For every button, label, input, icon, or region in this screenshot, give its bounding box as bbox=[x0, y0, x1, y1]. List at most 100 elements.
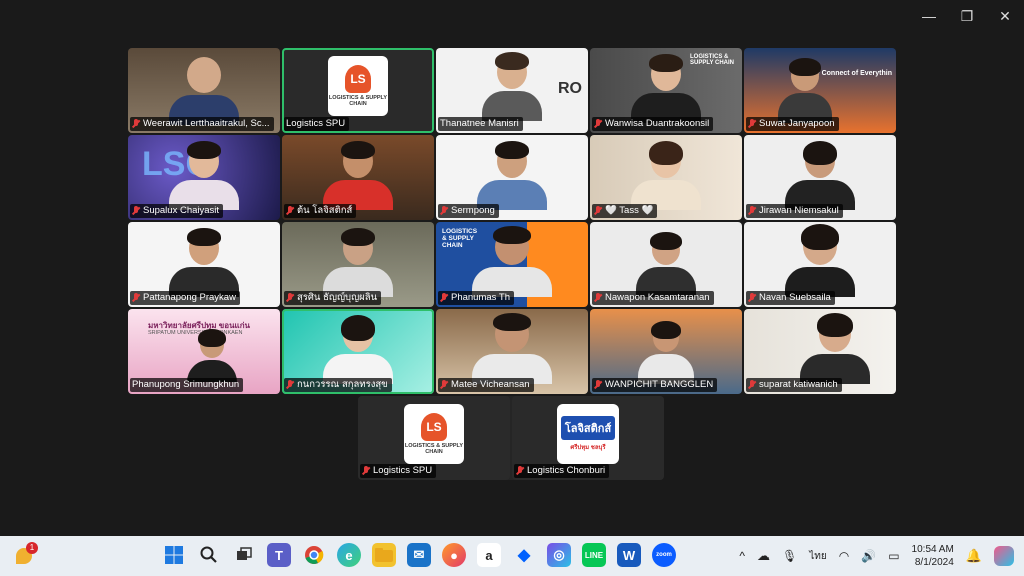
muted-mic-icon bbox=[748, 206, 756, 216]
close-button[interactable]: ✕ bbox=[986, 0, 1024, 32]
participant-name: Nawapon Kasamtaranan bbox=[592, 291, 714, 305]
gallery-extra-row: LS LOGISTICS & SUPPLY CHAIN Logistics SP… bbox=[358, 396, 664, 480]
video-tile[interactable]: LS LOGISTICS & SUPPLY CHAIN Logistics SP… bbox=[282, 48, 434, 133]
line-icon[interactable]: LINE bbox=[582, 543, 606, 567]
video-tile[interactable]: Jirawan Niemsakul bbox=[744, 135, 896, 220]
video-tile[interactable]: มหาวิทยาลัยศรีปทุม ขอนแก่น SRIPATUM UNIV… bbox=[128, 309, 280, 394]
dropbox-icon[interactable]: ◆ bbox=[512, 543, 536, 567]
file-explorer-icon[interactable] bbox=[372, 543, 396, 567]
participant-name: Wanwisa Duantrakoonsil bbox=[592, 117, 714, 131]
muted-mic-icon bbox=[594, 293, 602, 303]
participant-name: Thanatnee Manisri bbox=[438, 117, 523, 131]
muted-mic-icon bbox=[594, 380, 602, 390]
video-tile[interactable]: LS LOGISTICS & SUPPLY CHAIN Logistics SP… bbox=[358, 396, 510, 480]
video-tile[interactable]: กนกวรรณ สกุลทรงสุข bbox=[282, 309, 434, 394]
video-tile[interactable]: Nawapon Kasamtaranan bbox=[590, 222, 742, 307]
video-tile[interactable]: Sermpong bbox=[436, 135, 588, 220]
video-tile[interactable]: WANPICHIT BANGGLEN bbox=[590, 309, 742, 394]
word-icon[interactable]: W bbox=[617, 543, 641, 567]
muted-mic-icon bbox=[516, 466, 524, 476]
muted-mic-icon bbox=[594, 119, 602, 129]
participant-name: Logistics Chonburi bbox=[514, 464, 610, 478]
video-tile[interactable]: ต้น โลจิสติกส์ bbox=[282, 135, 434, 220]
wifi-icon[interactable]: ◠ bbox=[839, 549, 849, 563]
microphone-icon[interactable]: 🎙 bbox=[782, 549, 797, 563]
participant-name: WANPICHIT BANGGLEN bbox=[592, 378, 718, 392]
mail-icon[interactable]: ✉ bbox=[407, 543, 431, 567]
participant-name: Supalux Chaiyasit bbox=[130, 204, 224, 218]
cloud-icon[interactable]: ☁ bbox=[757, 548, 770, 564]
windows-start-icon[interactable] bbox=[162, 543, 186, 567]
video-tile[interactable]: RO Thanatnee Manisri bbox=[436, 48, 588, 133]
participant-name: suparat katiwanich bbox=[746, 378, 842, 392]
banner-text: RO bbox=[558, 80, 582, 97]
participant-name: ต้น โลจิสติกส์ bbox=[284, 204, 357, 218]
video-tile[interactable]: 🤍 Tass 🤍 bbox=[590, 135, 742, 220]
volume-icon[interactable]: 🔊 bbox=[861, 549, 876, 563]
chevron-up-icon[interactable]: ^ bbox=[739, 549, 745, 563]
notification-badge: 1 bbox=[26, 542, 38, 554]
muted-mic-icon bbox=[748, 380, 756, 390]
participant-name: Navan Suebsaila bbox=[746, 291, 835, 305]
video-tile[interactable]: LOGISTICS & SUPPLY CHAIN Wanwisa Duantra… bbox=[590, 48, 742, 133]
muted-mic-icon bbox=[748, 119, 756, 129]
firefox-icon[interactable]: ● bbox=[442, 543, 466, 567]
participant-name: Jirawan Niemsakul bbox=[746, 204, 843, 218]
muted-mic-icon bbox=[286, 380, 294, 390]
battery-icon[interactable]: ▭ bbox=[888, 549, 899, 563]
participant-name: Phanupong Srimungkhun bbox=[130, 378, 244, 392]
participant-name: 🤍 Tass 🤍 bbox=[592, 204, 658, 218]
widgets-icon[interactable]: 1 bbox=[14, 542, 38, 566]
clock[interactable]: 10:54 AM 8/1/2024 bbox=[912, 543, 954, 569]
video-tile[interactable]: Pattanapong Praykaw bbox=[128, 222, 280, 307]
muted-mic-icon bbox=[748, 293, 756, 303]
video-tile[interactable]: โลจิสติกส์ ศรีปทุม ชลบุรี Logistics Chon… bbox=[512, 396, 664, 480]
participant-name: กนกวรรณ สกุลทรงสุข bbox=[284, 378, 392, 392]
muted-mic-icon bbox=[440, 293, 448, 303]
participant-name: Pattanapong Praykaw bbox=[130, 291, 240, 305]
copilot-tray-icon[interactable] bbox=[994, 546, 1014, 566]
muted-mic-icon bbox=[594, 206, 602, 216]
video-tile[interactable]: The Connect of Everythin Suwat Janyapoon bbox=[744, 48, 896, 133]
teams-icon[interactable]: T bbox=[267, 543, 291, 567]
participant-name: Weerawit Lertthaaitrakul, Sc... bbox=[130, 117, 274, 131]
video-tile[interactable]: Weerawit Lertthaaitrakul, Sc... bbox=[128, 48, 280, 133]
notifications-bell-icon[interactable]: 🔔 bbox=[966, 548, 982, 564]
muted-mic-icon bbox=[440, 380, 448, 390]
search-icon[interactable] bbox=[197, 543, 221, 567]
muted-mic-icon bbox=[286, 206, 294, 216]
edge-icon[interactable]: e bbox=[337, 543, 361, 567]
video-tile[interactable]: LOGISTICS & SUPPLY CHAIN Phanumas Th bbox=[436, 222, 588, 307]
language-indicator[interactable]: ไทย bbox=[809, 549, 826, 564]
logistics-spu-logo: LS LOGISTICS & SUPPLY CHAIN bbox=[404, 404, 464, 464]
taskbar-apps: T e ✉ ● a ◆ ◎ LINE W zoom bbox=[162, 543, 676, 567]
participant-name: Sermpong bbox=[438, 204, 499, 218]
muted-mic-icon bbox=[132, 293, 140, 303]
participant-name: Logistics SPU bbox=[360, 464, 437, 478]
task-view-icon[interactable] bbox=[232, 543, 256, 567]
logistics-chonburi-logo: โลจิสติกส์ ศรีปทุม ชลบุรี bbox=[557, 404, 619, 464]
muted-mic-icon bbox=[362, 466, 370, 476]
logistics-spu-logo: LS LOGISTICS & SUPPLY CHAIN bbox=[328, 56, 388, 116]
zoom-icon[interactable]: zoom bbox=[652, 543, 676, 567]
muted-mic-icon bbox=[440, 206, 448, 216]
chrome-icon[interactable] bbox=[302, 543, 326, 567]
gallery-view: Weerawit Lertthaaitrakul, Sc... LS LOGIS… bbox=[128, 48, 896, 394]
muted-mic-icon bbox=[286, 293, 294, 303]
video-tile[interactable]: suparat katiwanich bbox=[744, 309, 896, 394]
muted-mic-icon bbox=[132, 206, 140, 216]
system-tray: ^ ☁ 🎙 ไทย ◠ 🔊 ▭ 10:54 AM 8/1/2024 🔔 bbox=[739, 536, 1014, 576]
video-tile[interactable]: Navan Suebsaila bbox=[744, 222, 896, 307]
muted-mic-icon bbox=[132, 119, 140, 129]
maximize-button[interactable]: ❐ bbox=[948, 0, 986, 32]
windows-taskbar: 1 T e ✉ ● a ◆ ◎ LINE W zoom ^ ☁ 🎙 ไทย ◠ bbox=[0, 536, 1024, 576]
video-tile[interactable]: Matee Vicheansan bbox=[436, 309, 588, 394]
video-tile[interactable]: สุรศิน ธัญญ์บุญผลิน bbox=[282, 222, 434, 307]
amazon-icon[interactable]: a bbox=[477, 543, 501, 567]
copilot-icon[interactable]: ◎ bbox=[547, 543, 571, 567]
participant-name: Suwat Janyapoon bbox=[746, 117, 839, 131]
participant-name: สุรศิน ธัญญ์บุญผลิน bbox=[284, 291, 382, 305]
window-controls: — ❐ ✕ bbox=[910, 0, 1024, 32]
minimize-button[interactable]: — bbox=[910, 0, 948, 32]
video-tile[interactable]: LSC Supalux Chaiyasit bbox=[128, 135, 280, 220]
